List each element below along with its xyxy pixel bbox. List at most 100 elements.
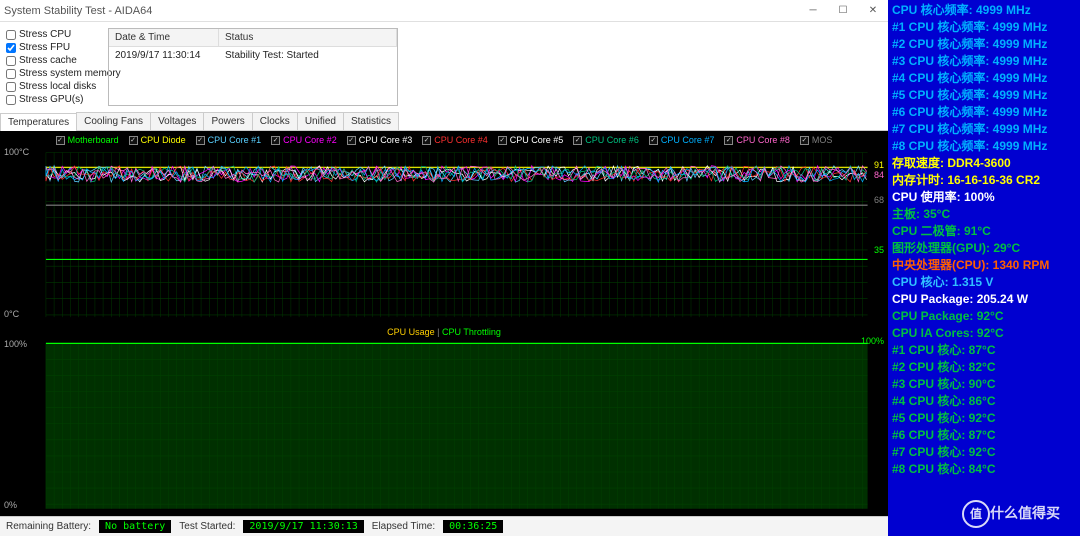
tab-powers[interactable]: Powers xyxy=(203,112,252,130)
log-cell-status: Stability Test: Started xyxy=(219,47,397,64)
legend-checkbox[interactable]: ✓ xyxy=(129,136,138,145)
tabs: TemperaturesCooling FansVoltagesPowersCl… xyxy=(0,112,888,131)
legend-checkbox[interactable]: ✓ xyxy=(649,136,658,145)
charts-area: ✓Motherboard ✓CPU Diode ✓CPU Core #1 ✓CPU C… xyxy=(0,131,888,516)
log-cell-datetime: 2019/9/17 11:30:14 xyxy=(109,47,219,64)
legend-item[interactable]: ✓MOS xyxy=(800,135,833,145)
chart-legend: ✓Motherboard ✓CPU Diode ✓CPU Core #1 ✓CPU C… xyxy=(0,135,888,145)
chart2-legend: CPU Usage | CPU Throttling xyxy=(0,327,888,337)
test-started-label: Test Started: xyxy=(179,521,235,532)
sensor-reading: CPU IA Cores: 92°C xyxy=(892,325,1076,342)
sensor-reading: #6 CPU 核心: 87°C xyxy=(892,427,1076,444)
sensor-reading: #4 CPU 核心频率: 4999 MHz xyxy=(892,70,1076,87)
sensor-reading: CPU Package: 92°C xyxy=(892,308,1076,325)
stress-checkbox[interactable] xyxy=(6,69,16,79)
legend-item[interactable]: ✓CPU Core #1 xyxy=(196,135,262,145)
watermark-text: 什么值得买 xyxy=(990,505,1060,522)
sensor-overlay: CPU 核心频率: 4999 MHz#1 CPU 核心频率: 4999 MHz#… xyxy=(888,0,1080,536)
legend-cpu-usage: CPU Usage xyxy=(387,327,435,337)
sensor-reading: #7 CPU 核心: 92°C xyxy=(892,444,1076,461)
legend-item[interactable]: ✓Motherboard xyxy=(56,135,119,145)
legend-item[interactable]: ✓CPU Diode xyxy=(129,135,186,145)
stress-checkbox[interactable] xyxy=(6,95,16,105)
legend-checkbox[interactable]: ✓ xyxy=(347,136,356,145)
battery-label: Remaining Battery: xyxy=(6,521,91,532)
sensor-reading: CPU 使用率: 100% xyxy=(892,189,1076,206)
sensor-reading: 中央处理器(CPU): 1340 RPM xyxy=(892,257,1076,274)
sensor-reading: #6 CPU 核心频率: 4999 MHz xyxy=(892,104,1076,121)
legend-checkbox[interactable]: ✓ xyxy=(800,136,809,145)
legend-item[interactable]: ✓CPU Core #4 xyxy=(422,135,488,145)
elapsed-label: Elapsed Time: xyxy=(372,521,435,532)
stress-option[interactable]: Stress GPU(s) xyxy=(6,93,102,106)
y-label-top: 100°C xyxy=(4,147,29,157)
tab-cooling-fans[interactable]: Cooling Fans xyxy=(76,112,151,130)
temperature-chart[interactable]: ✓Motherboard ✓CPU Diode ✓CPU Core #1 ✓CPU C… xyxy=(0,133,888,323)
sensor-reading: #2 CPU 核心: 82°C xyxy=(892,359,1076,376)
sensor-reading: #7 CPU 核心频率: 4999 MHz xyxy=(892,121,1076,138)
sensor-reading: 内存计时: 16-16-16-36 CR2 xyxy=(892,172,1076,189)
sensor-reading: #3 CPU 核心频率: 4999 MHz xyxy=(892,53,1076,70)
legend-checkbox[interactable]: ✓ xyxy=(422,136,431,145)
sensor-reading: #3 CPU 核心: 90°C xyxy=(892,376,1076,393)
sensor-reading: #8 CPU 核心频率: 4999 MHz xyxy=(892,138,1076,155)
tab-temperatures[interactable]: Temperatures xyxy=(0,113,77,131)
test-started-value: 2019/9/17 11:30:13 xyxy=(243,520,363,533)
legend-checkbox[interactable]: ✓ xyxy=(56,136,65,145)
stress-option[interactable]: Stress CPU xyxy=(6,28,102,41)
elapsed-value: 00:36:25 xyxy=(443,520,503,533)
window-title: System Stability Test - AIDA64 xyxy=(4,5,152,17)
stress-option[interactable]: Stress local disks xyxy=(6,80,102,93)
sensor-reading: CPU Package: 205.24 W xyxy=(892,291,1076,308)
sensor-reading: CPU 二极管: 91°C xyxy=(892,223,1076,240)
legend-item[interactable]: ✓CPU Core #8 xyxy=(724,135,790,145)
chart-value-label: 91 xyxy=(874,160,884,170)
sensor-reading: 存取速度: DDR4-3600 xyxy=(892,155,1076,172)
legend-checkbox[interactable]: ✓ xyxy=(271,136,280,145)
main-window: System Stability Test - AIDA64 ─ ☐ ✕ Str… xyxy=(0,0,888,536)
y-label-top: 100% xyxy=(4,339,27,349)
chart-value-label: 35 xyxy=(874,245,884,255)
sensor-reading: CPU 核心: 1.315 V xyxy=(892,274,1076,291)
tab-clocks[interactable]: Clocks xyxy=(252,112,298,130)
stress-checkbox[interactable] xyxy=(6,82,16,92)
chart-value-label: 100% xyxy=(861,336,884,346)
close-button[interactable]: ✕ xyxy=(858,0,888,22)
stress-options: Stress CPUStress FPUStress cacheStress s… xyxy=(6,28,102,106)
battery-value: No battery xyxy=(99,520,171,533)
chart-value-label: 84 xyxy=(874,170,884,180)
legend-item[interactable]: ✓CPU Core #6 xyxy=(573,135,639,145)
tab-statistics[interactable]: Statistics xyxy=(343,112,399,130)
log-table: Date & Time Status 2019/9/17 11:30:14 St… xyxy=(108,28,398,106)
stress-checkbox[interactable] xyxy=(6,43,16,53)
sensor-reading: #1 CPU 核心频率: 4999 MHz xyxy=(892,19,1076,36)
sensor-reading: #5 CPU 核心频率: 4999 MHz xyxy=(892,87,1076,104)
legend-item[interactable]: ✓CPU Core #3 xyxy=(347,135,413,145)
legend-item[interactable]: ✓CPU Core #5 xyxy=(498,135,564,145)
stress-checkbox[interactable] xyxy=(6,30,16,40)
legend-checkbox[interactable]: ✓ xyxy=(724,136,733,145)
legend-item[interactable]: ✓CPU Core #2 xyxy=(271,135,337,145)
legend-item[interactable]: ✓CPU Core #7 xyxy=(649,135,715,145)
tab-unified[interactable]: Unified xyxy=(297,112,344,130)
sensor-reading: 图形处理器(GPU): 29°C xyxy=(892,240,1076,257)
maximize-button[interactable]: ☐ xyxy=(828,0,858,22)
stress-option[interactable]: Stress FPU xyxy=(6,41,102,54)
minimize-button[interactable]: ─ xyxy=(798,0,828,22)
sensor-reading: CPU 核心频率: 4999 MHz xyxy=(892,2,1076,19)
stress-checkbox[interactable] xyxy=(6,56,16,66)
usage-chart[interactable]: CPU Usage | CPU Throttling 100% 0% 100% xyxy=(0,325,888,515)
sensor-reading: #2 CPU 核心频率: 4999 MHz xyxy=(892,36,1076,53)
log-header-datetime: Date & Time xyxy=(109,29,219,46)
tab-voltages[interactable]: Voltages xyxy=(150,112,204,130)
sensor-reading: #5 CPU 核心: 92°C xyxy=(892,410,1076,427)
log-header-status: Status xyxy=(219,29,397,46)
legend-checkbox[interactable]: ✓ xyxy=(196,136,205,145)
log-row: 2019/9/17 11:30:14 Stability Test: Start… xyxy=(109,47,397,64)
stress-option[interactable]: Stress system memory xyxy=(6,67,102,80)
legend-checkbox[interactable]: ✓ xyxy=(573,136,582,145)
titlebar[interactable]: System Stability Test - AIDA64 ─ ☐ ✕ xyxy=(0,0,888,22)
stress-option[interactable]: Stress cache xyxy=(6,54,102,67)
y-label-bot: 0°C xyxy=(4,309,19,319)
legend-checkbox[interactable]: ✓ xyxy=(498,136,507,145)
